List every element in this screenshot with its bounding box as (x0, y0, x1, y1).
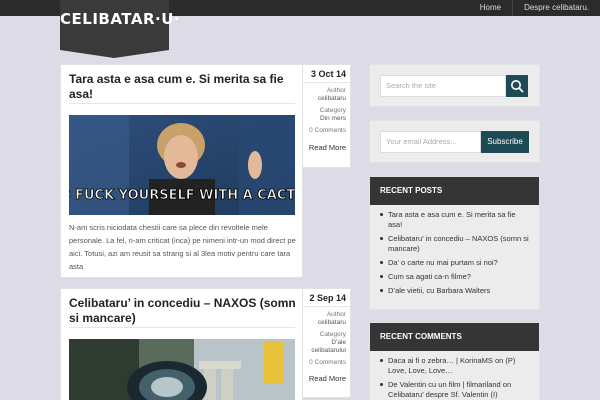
recent-comment-link[interactable]: De Valentin cu un film | filmariland on … (380, 380, 529, 400)
post-excerpt: N-am scris niciodata chestii care sa ple… (69, 223, 296, 271)
author-link[interactable]: celibataru (303, 95, 346, 103)
search-button[interactable] (506, 75, 528, 97)
post-category: Category Din mers (303, 103, 350, 123)
post-author: Author celibataru (303, 307, 350, 327)
post-divider (69, 103, 295, 104)
recent-comments-title: RECENT COMMENTS (370, 323, 539, 351)
nav-home-link[interactable]: Home (469, 0, 512, 16)
search-widget: Search the site (369, 64, 540, 107)
post-comments-link[interactable]: 0 Comments (303, 123, 350, 135)
post-card: Celibataru’ in concediu – NAXOS (somn si… (60, 288, 303, 400)
post-image[interactable] (69, 339, 295, 400)
search-input[interactable]: Search the site (380, 75, 506, 97)
post-title[interactable]: Celibataru’ in concediu – NAXOS (somn si… (61, 296, 304, 326)
site-logo[interactable]: CELIBATAR·U· (60, 0, 181, 58)
recent-post-link[interactable]: Da’ o carte nu mai purtam si noi? (380, 258, 529, 268)
author-label: Author (326, 87, 346, 94)
meme-caption: GO FUCK YOURSELF WITH A CACTUS (69, 188, 295, 203)
recent-posts-widget: RECENT POSTS Tara asta e asa cum e. Si m… (369, 176, 540, 310)
post-card: Tara asta e asa cum e. Si merita sa fie … (60, 64, 303, 278)
post-meta: 3 Oct 14 Author celibataru Category Din … (303, 64, 351, 168)
subscribe-button[interactable]: Subscribe (481, 131, 529, 153)
post-meta: 2 Sep 14 Author celibataru Category D'al… (303, 288, 351, 398)
nav-about-link[interactable]: Despre celibataru. (512, 0, 600, 16)
recent-posts-title: RECENT POSTS (370, 177, 539, 205)
post-title[interactable]: Tara asta e asa cum e. Si merita sa fie … (61, 72, 304, 102)
subscribe-widget: Your email Address... Subscribe (369, 120, 540, 163)
post-date: 3 Oct 14 (303, 65, 350, 83)
post-category: Category D'ale celibatarului (303, 327, 350, 355)
post-divider (69, 327, 295, 328)
recent-posts-list: Tara asta e asa cum e. Si merita sa fie … (370, 205, 539, 296)
category-link[interactable]: D'ale celibatarului (303, 339, 346, 355)
category-label: Category (319, 331, 346, 338)
search-icon (511, 80, 524, 93)
category-link[interactable]: Din mers (303, 115, 346, 123)
read-more-link[interactable]: Read More (303, 135, 350, 152)
post-author: Author celibataru (303, 83, 350, 103)
post-date: 2 Sep 14 (303, 289, 350, 307)
recent-post-link[interactable]: Celibataru’ in concediu – NAXOS (somn si… (380, 234, 529, 254)
post-image[interactable]: GO FUCK YOURSELF WITH A CACTUS (69, 115, 295, 215)
author-link[interactable]: celibataru (303, 319, 346, 327)
post-comments-link[interactable]: 0 Comments (303, 355, 350, 367)
top-nav: Home Despre celibataru. (469, 0, 600, 16)
category-label: Category (319, 107, 346, 114)
recent-post-link[interactable]: D’ale vietii, cu Barbara Walters (380, 286, 529, 296)
recent-post-link[interactable]: Cum sa agati ca-n filme? (380, 272, 529, 282)
recent-comment-link[interactable]: Daca ai fi o zebra… | KorinaMS on (P) Lo… (380, 356, 529, 376)
recent-comments-widget: RECENT COMMENTS Daca ai fi o zebra… | Ko… (369, 322, 540, 400)
logo-text: CELIBATAR·U· (60, 10, 181, 28)
recent-post-link[interactable]: Tara asta e asa cum e. Si merita sa fie … (380, 210, 529, 230)
email-input[interactable]: Your email Address... (380, 131, 481, 153)
recent-comments-list: Daca ai fi o zebra… | KorinaMS on (P) Lo… (370, 351, 539, 400)
read-more-link[interactable]: Read More (303, 367, 350, 383)
author-label: Author (326, 311, 346, 318)
